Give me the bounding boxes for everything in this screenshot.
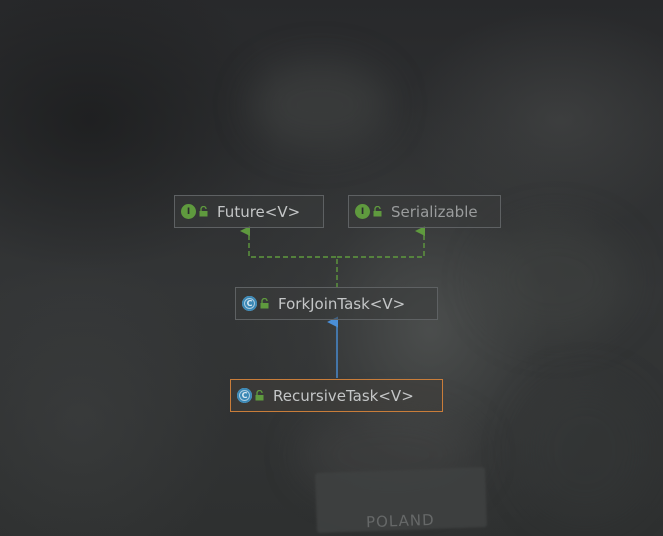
node-label: RecursiveTask<V> xyxy=(273,386,414,405)
node-label: ForkJoinTask<V> xyxy=(278,294,406,313)
diagram-canvas: POLAND I Future<V> I Serializable C Fork… xyxy=(0,0,663,536)
abstract-class-icon: C xyxy=(242,296,257,311)
node-future[interactable]: I Future<V> xyxy=(174,195,324,228)
node-recursivetask[interactable]: C RecursiveTask<V> xyxy=(230,379,443,412)
edge-forkjointask-implements-serializable[interactable] xyxy=(337,226,425,258)
edge-forkjointask-implements-future[interactable] xyxy=(240,226,338,288)
node-label: Serializable xyxy=(391,202,478,221)
node-forkjointask[interactable]: C ForkJoinTask<V> xyxy=(235,287,438,320)
public-lock-icon xyxy=(373,206,382,217)
interface-icon: I xyxy=(181,204,196,219)
public-lock-icon xyxy=(199,206,208,217)
public-lock-icon xyxy=(255,390,264,401)
public-lock-icon xyxy=(260,298,269,309)
abstract-class-icon: C xyxy=(237,388,252,403)
node-label: Future<V> xyxy=(217,202,301,221)
node-serializable[interactable]: I Serializable xyxy=(348,195,501,228)
interface-icon: I xyxy=(355,204,370,219)
edges-layer xyxy=(240,226,425,378)
